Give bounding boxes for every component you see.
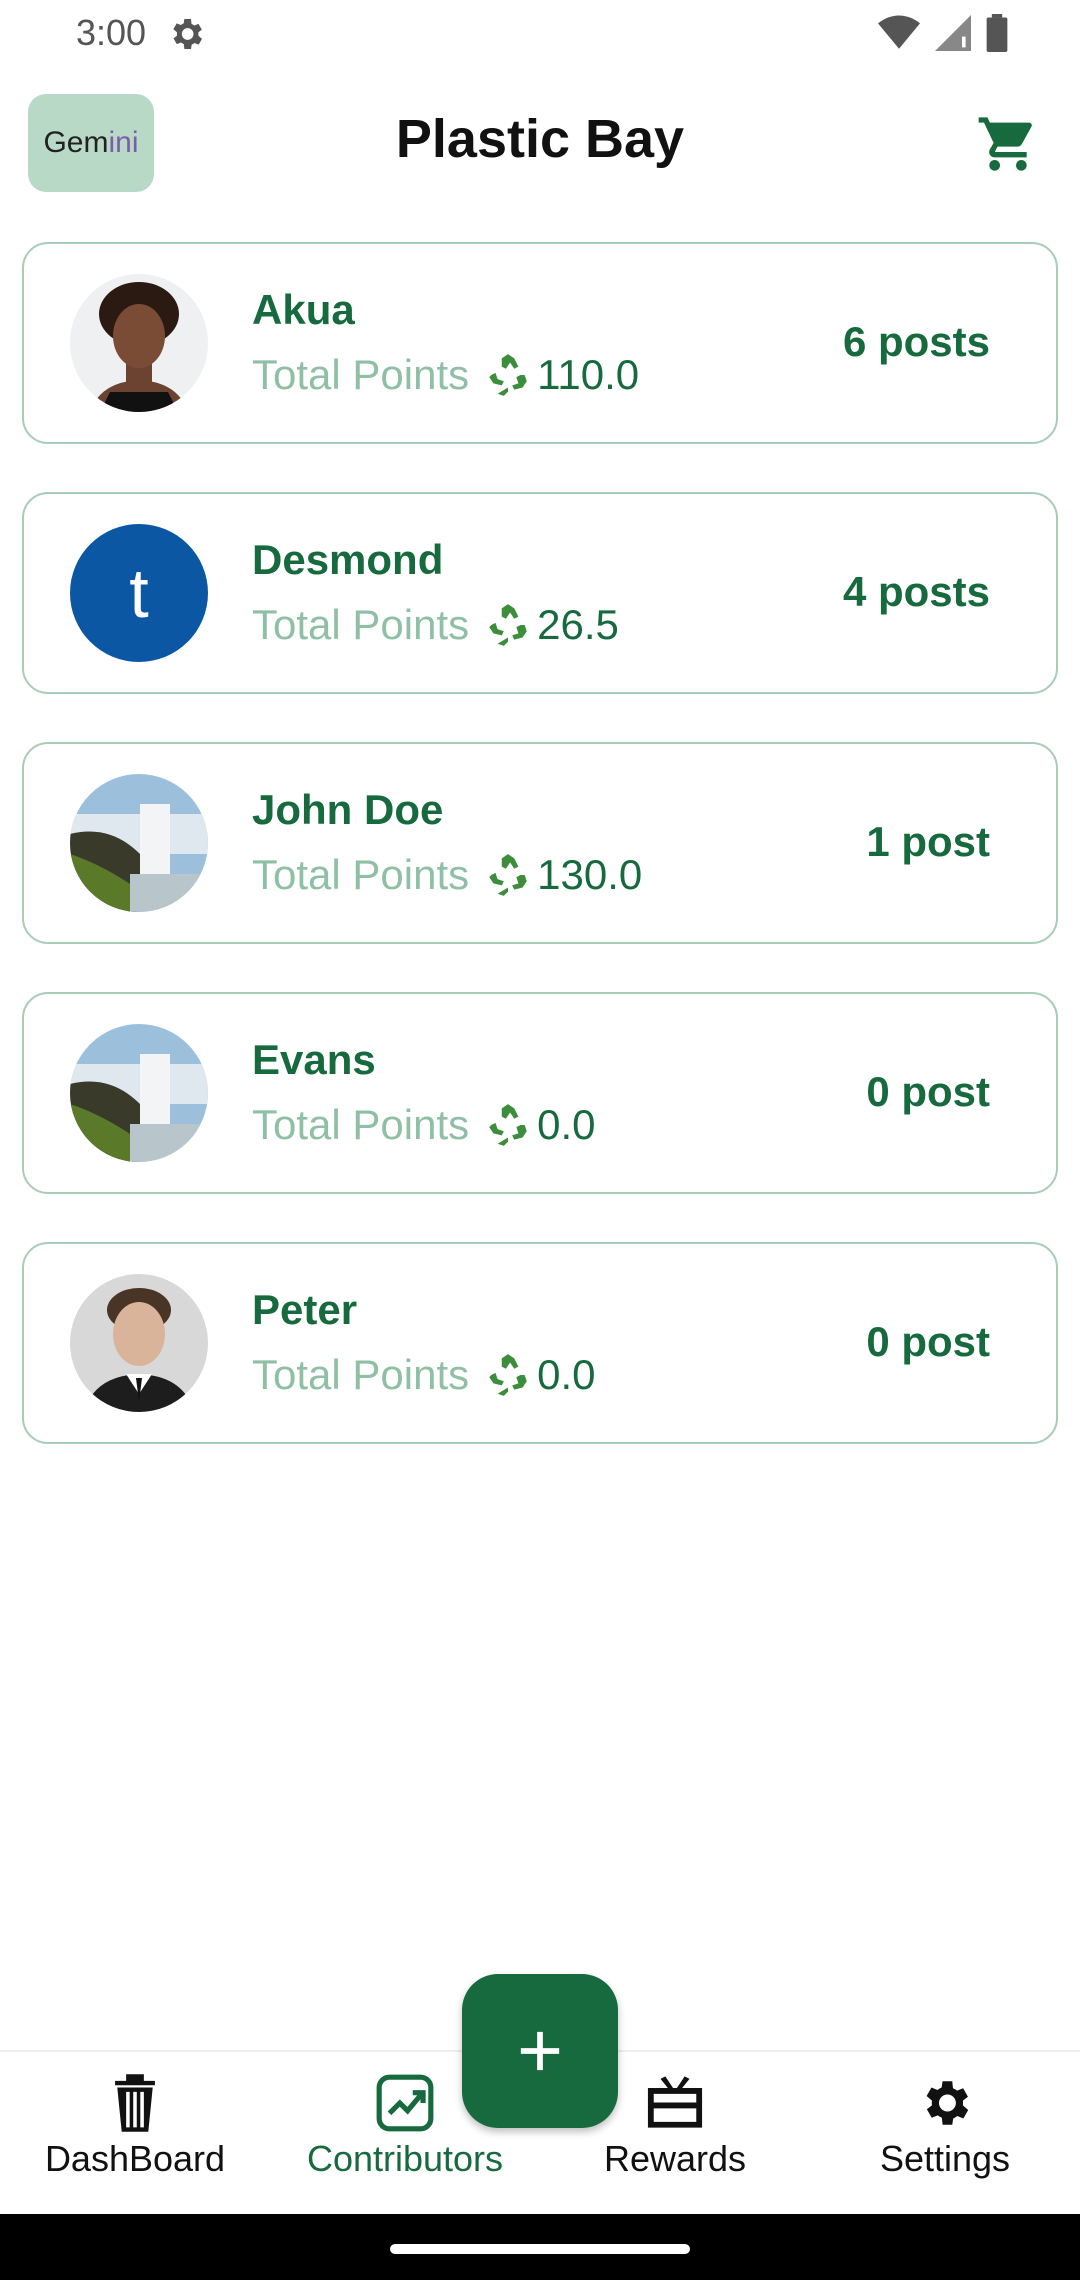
contributor-card[interactable]: Akua Total Points 110.0 6 posts (22, 242, 1058, 444)
nav-label-rewards: Rewards (603, 2138, 747, 2179)
recycle-icon (489, 354, 527, 396)
trash-bin-icon (0, 2068, 270, 2138)
nav-label-settings: Settings (879, 2138, 1011, 2179)
points-label: Total Points (252, 351, 470, 398)
contributor-name: John Doe (252, 786, 444, 833)
recycle-icon (489, 854, 527, 896)
posts-count: 0 post (866, 1318, 990, 1365)
contributor-card[interactable]: Peter Total Points 0.0 0 post (22, 1242, 1058, 1444)
nav-item-dashboard[interactable]: DashBoard (0, 2068, 270, 2180)
avatar (70, 774, 208, 912)
avatar (70, 1024, 208, 1162)
add-button[interactable] (462, 1974, 618, 2128)
contributor-name: Peter (252, 1286, 358, 1333)
points-row: Total Points 0.0 (252, 1350, 596, 1400)
points-value: 130.0 (537, 851, 643, 898)
contributor-name: Evans (252, 1036, 376, 1083)
contributors-list: Akua Total Points 110.0 6 posts t Desmon… (22, 242, 1058, 1492)
battery-icon (986, 14, 1008, 56)
nav-label-contributors: Contributors (306, 2138, 504, 2179)
posts-count: 0 post (866, 1068, 990, 1115)
points-label: Total Points (252, 1351, 470, 1398)
app-bar: Gem i ni Plastic Bay (0, 90, 1080, 200)
points-value: 0.0 (537, 1101, 596, 1148)
recycle-icon (489, 1104, 527, 1146)
points-value: 0.0 (537, 1351, 596, 1398)
system-gesture-area (0, 2214, 1080, 2280)
points-value: 110.0 (537, 351, 640, 398)
contributor-name: Akua (252, 286, 355, 333)
recycle-icon (489, 1354, 527, 1396)
gear-icon (810, 2068, 1080, 2138)
avatar (70, 274, 208, 412)
contributor-name: Desmond (252, 536, 444, 583)
points-label: Total Points (252, 1101, 470, 1148)
nav-item-settings[interactable]: Settings (810, 2068, 1080, 2180)
wifi-icon (878, 15, 920, 55)
contributor-card[interactable]: Evans Total Points 0.0 0 post (22, 992, 1058, 1194)
signal-icon (934, 15, 972, 55)
contributor-card[interactable]: t Desmond Total Points 26.5 4 posts (22, 492, 1058, 694)
recycle-icon (489, 604, 527, 646)
points-row: Total Points 110.0 (252, 350, 639, 400)
points-label: Total Points (252, 601, 470, 648)
status-bar: 3:00 (0, 0, 1080, 70)
plus-icon (520, 2031, 560, 2071)
points-row: Total Points 0.0 (252, 1100, 596, 1150)
posts-count: 4 posts (842, 568, 990, 615)
points-label: Total Points (252, 851, 470, 898)
avatar: t (70, 524, 208, 662)
contributor-card[interactable]: John Doe Total Points 130.0 1 post (22, 742, 1058, 944)
cart-icon[interactable] (976, 112, 1040, 176)
avatar-letter: t (129, 554, 149, 632)
points-row: Total Points 130.0 (252, 850, 642, 900)
points-value: 26.5 (537, 601, 619, 648)
home-gesture-handle[interactable] (390, 2244, 690, 2254)
avatar (70, 1274, 208, 1412)
settings-status-icon (166, 14, 206, 58)
status-time: 3:00 (76, 12, 147, 53)
nav-label-dashboard: DashBoard (44, 2138, 226, 2179)
posts-count: 6 posts (842, 318, 990, 365)
page-title: Plastic Bay (395, 109, 685, 169)
points-row: Total Points 26.5 (252, 600, 619, 650)
posts-count: 1 post (866, 818, 990, 865)
